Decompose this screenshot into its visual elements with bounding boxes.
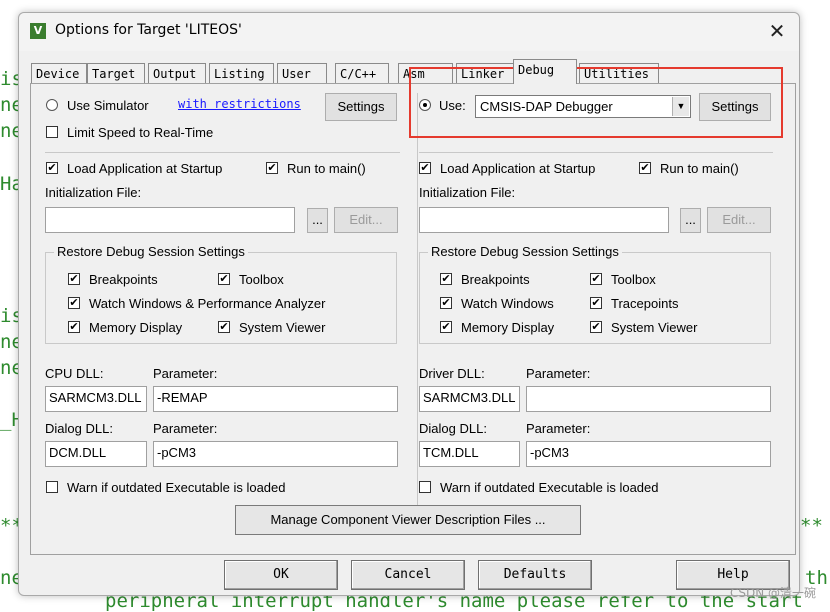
warn-outdated-checkbox[interactable] <box>46 481 58 493</box>
load-app-label: Load Application at Startup <box>67 161 223 176</box>
ok-button[interactable]: OK <box>224 560 338 590</box>
defaults-button[interactable]: Defaults <box>478 560 592 590</box>
tracepoints-label: Tracepoints <box>611 296 679 311</box>
tab-cc[interactable]: C/C++ <box>335 63 389 83</box>
driver-dll-label: Driver DLL: <box>419 366 485 381</box>
watermark: CSDN @清一碗 <box>729 586 816 600</box>
right-breakpoints-label: Breakpoints <box>461 272 530 287</box>
init-file-edit-button[interactable]: Edit... <box>334 207 398 233</box>
simulator-settings-button[interactable]: Settings <box>325 93 397 121</box>
right-watch-windows-label: Watch Windows <box>461 296 554 311</box>
use-simulator-label: Use Simulator <box>67 98 149 113</box>
separator <box>419 152 773 153</box>
tab-output[interactable]: Output <box>148 63 206 83</box>
system-viewer-label: System Viewer <box>239 320 326 335</box>
column-divider <box>417 93 418 505</box>
right-memory-display-checkbox[interactable]: ✔ <box>440 321 452 333</box>
right-toolbox-label: Toolbox <box>611 272 656 287</box>
right-system-viewer-checkbox[interactable]: ✔ <box>590 321 602 333</box>
run-to-main-label: Run to main() <box>287 161 366 176</box>
dialog-dll-label: Dialog DLL: <box>45 421 113 436</box>
cpu-param-label: Parameter: <box>153 366 218 381</box>
right-warn-outdated-label: Warn if outdated Executable is loaded <box>440 480 659 495</box>
dialog-param-label: Parameter: <box>153 421 218 436</box>
memory-display-checkbox[interactable]: ✔ <box>68 321 80 333</box>
right-run-to-main-label: Run to main() <box>660 161 739 176</box>
right-dialog-dll-input[interactable]: TCM.DLL <box>419 441 520 467</box>
manage-component-viewer-button[interactable]: Manage Component Viewer Description File… <box>235 505 581 535</box>
driver-param-input[interactable] <box>526 386 771 412</box>
right-init-file-edit-button[interactable]: Edit... <box>707 207 771 233</box>
watch-windows-label: Watch Windows & Performance Analyzer <box>89 296 326 311</box>
right-dialog-param-input[interactable]: -pCM3 <box>526 441 771 467</box>
dialog-param-input[interactable]: -pCM3 <box>153 441 398 467</box>
cancel-button[interactable]: Cancel <box>351 560 465 590</box>
init-file-input[interactable] <box>45 207 295 233</box>
right-warn-outdated-checkbox[interactable] <box>419 481 431 493</box>
init-file-label: Initialization File: <box>45 185 142 200</box>
right-toolbox-checkbox[interactable]: ✔ <box>590 273 602 285</box>
run-to-main-checkbox[interactable]: ✔ <box>266 162 278 174</box>
tab-device[interactable]: Device <box>31 63 87 83</box>
memory-display-label: Memory Display <box>89 320 183 335</box>
toolbox-checkbox[interactable]: ✔ <box>218 273 230 285</box>
tab-target[interactable]: Target <box>87 63 145 83</box>
right-load-app-label: Load Application at Startup <box>440 161 596 176</box>
right-dialog-param-label: Parameter: <box>526 421 591 436</box>
tab-debug[interactable]: Debug <box>513 59 577 84</box>
system-viewer-checkbox[interactable]: ✔ <box>218 321 230 333</box>
right-run-to-main-checkbox[interactable]: ✔ <box>639 162 651 174</box>
highlight-box <box>409 67 783 138</box>
cpu-param-input[interactable]: -REMAP <box>153 386 398 412</box>
right-breakpoints-checkbox[interactable]: ✔ <box>440 273 452 285</box>
tab-user[interactable]: User <box>277 63 327 83</box>
right-load-app-checkbox[interactable]: ✔ <box>419 162 431 174</box>
init-file-browse-button[interactable]: ... <box>307 208 328 233</box>
breakpoints-label: Breakpoints <box>89 272 158 287</box>
driver-dll-input[interactable]: SARMCM3.DLL <box>419 386 520 412</box>
limit-speed-checkbox[interactable] <box>46 126 58 138</box>
watch-windows-checkbox[interactable]: ✔ <box>68 297 80 309</box>
right-init-file-label: Initialization File: <box>419 185 516 200</box>
dialog-dll-input[interactable]: DCM.DLL <box>45 441 147 467</box>
close-icon[interactable]: ✕ <box>763 17 791 45</box>
right-dialog-dll-label: Dialog DLL: <box>419 421 487 436</box>
restore-session-title: Restore Debug Session Settings <box>54 244 248 259</box>
driver-param-label: Parameter: <box>526 366 591 381</box>
keil-app-icon: V <box>30 23 46 39</box>
cpu-dll-label: CPU DLL: <box>45 366 104 381</box>
right-restore-session-title: Restore Debug Session Settings <box>428 244 622 259</box>
breakpoints-checkbox[interactable]: ✔ <box>68 273 80 285</box>
dialog-title: Options for Target 'LITEOS' <box>55 22 242 38</box>
code-line: ** <box>800 515 823 537</box>
warn-outdated-label: Warn if outdated Executable is loaded <box>67 480 286 495</box>
separator <box>45 152 400 153</box>
right-init-file-input[interactable] <box>419 207 669 233</box>
title-bar[interactable]: V Options for Target 'LITEOS' ✕ <box>19 13 799 51</box>
right-init-file-browse-button[interactable]: ... <box>680 208 701 233</box>
use-simulator-radio[interactable] <box>46 99 58 111</box>
cpu-dll-input[interactable]: SARMCM3.DLL <box>45 386 147 412</box>
toolbox-label: Toolbox <box>239 272 284 287</box>
right-system-viewer-label: System Viewer <box>611 320 698 335</box>
tab-listing[interactable]: Listing <box>209 63 274 83</box>
tracepoints-checkbox[interactable]: ✔ <box>590 297 602 309</box>
with-restrictions-link[interactable]: with restrictions <box>178 97 301 111</box>
limit-speed-label: Limit Speed to Real-Time <box>67 125 214 140</box>
right-memory-display-label: Memory Display <box>461 320 555 335</box>
right-watch-windows-checkbox[interactable]: ✔ <box>440 297 452 309</box>
load-app-checkbox[interactable]: ✔ <box>46 162 58 174</box>
